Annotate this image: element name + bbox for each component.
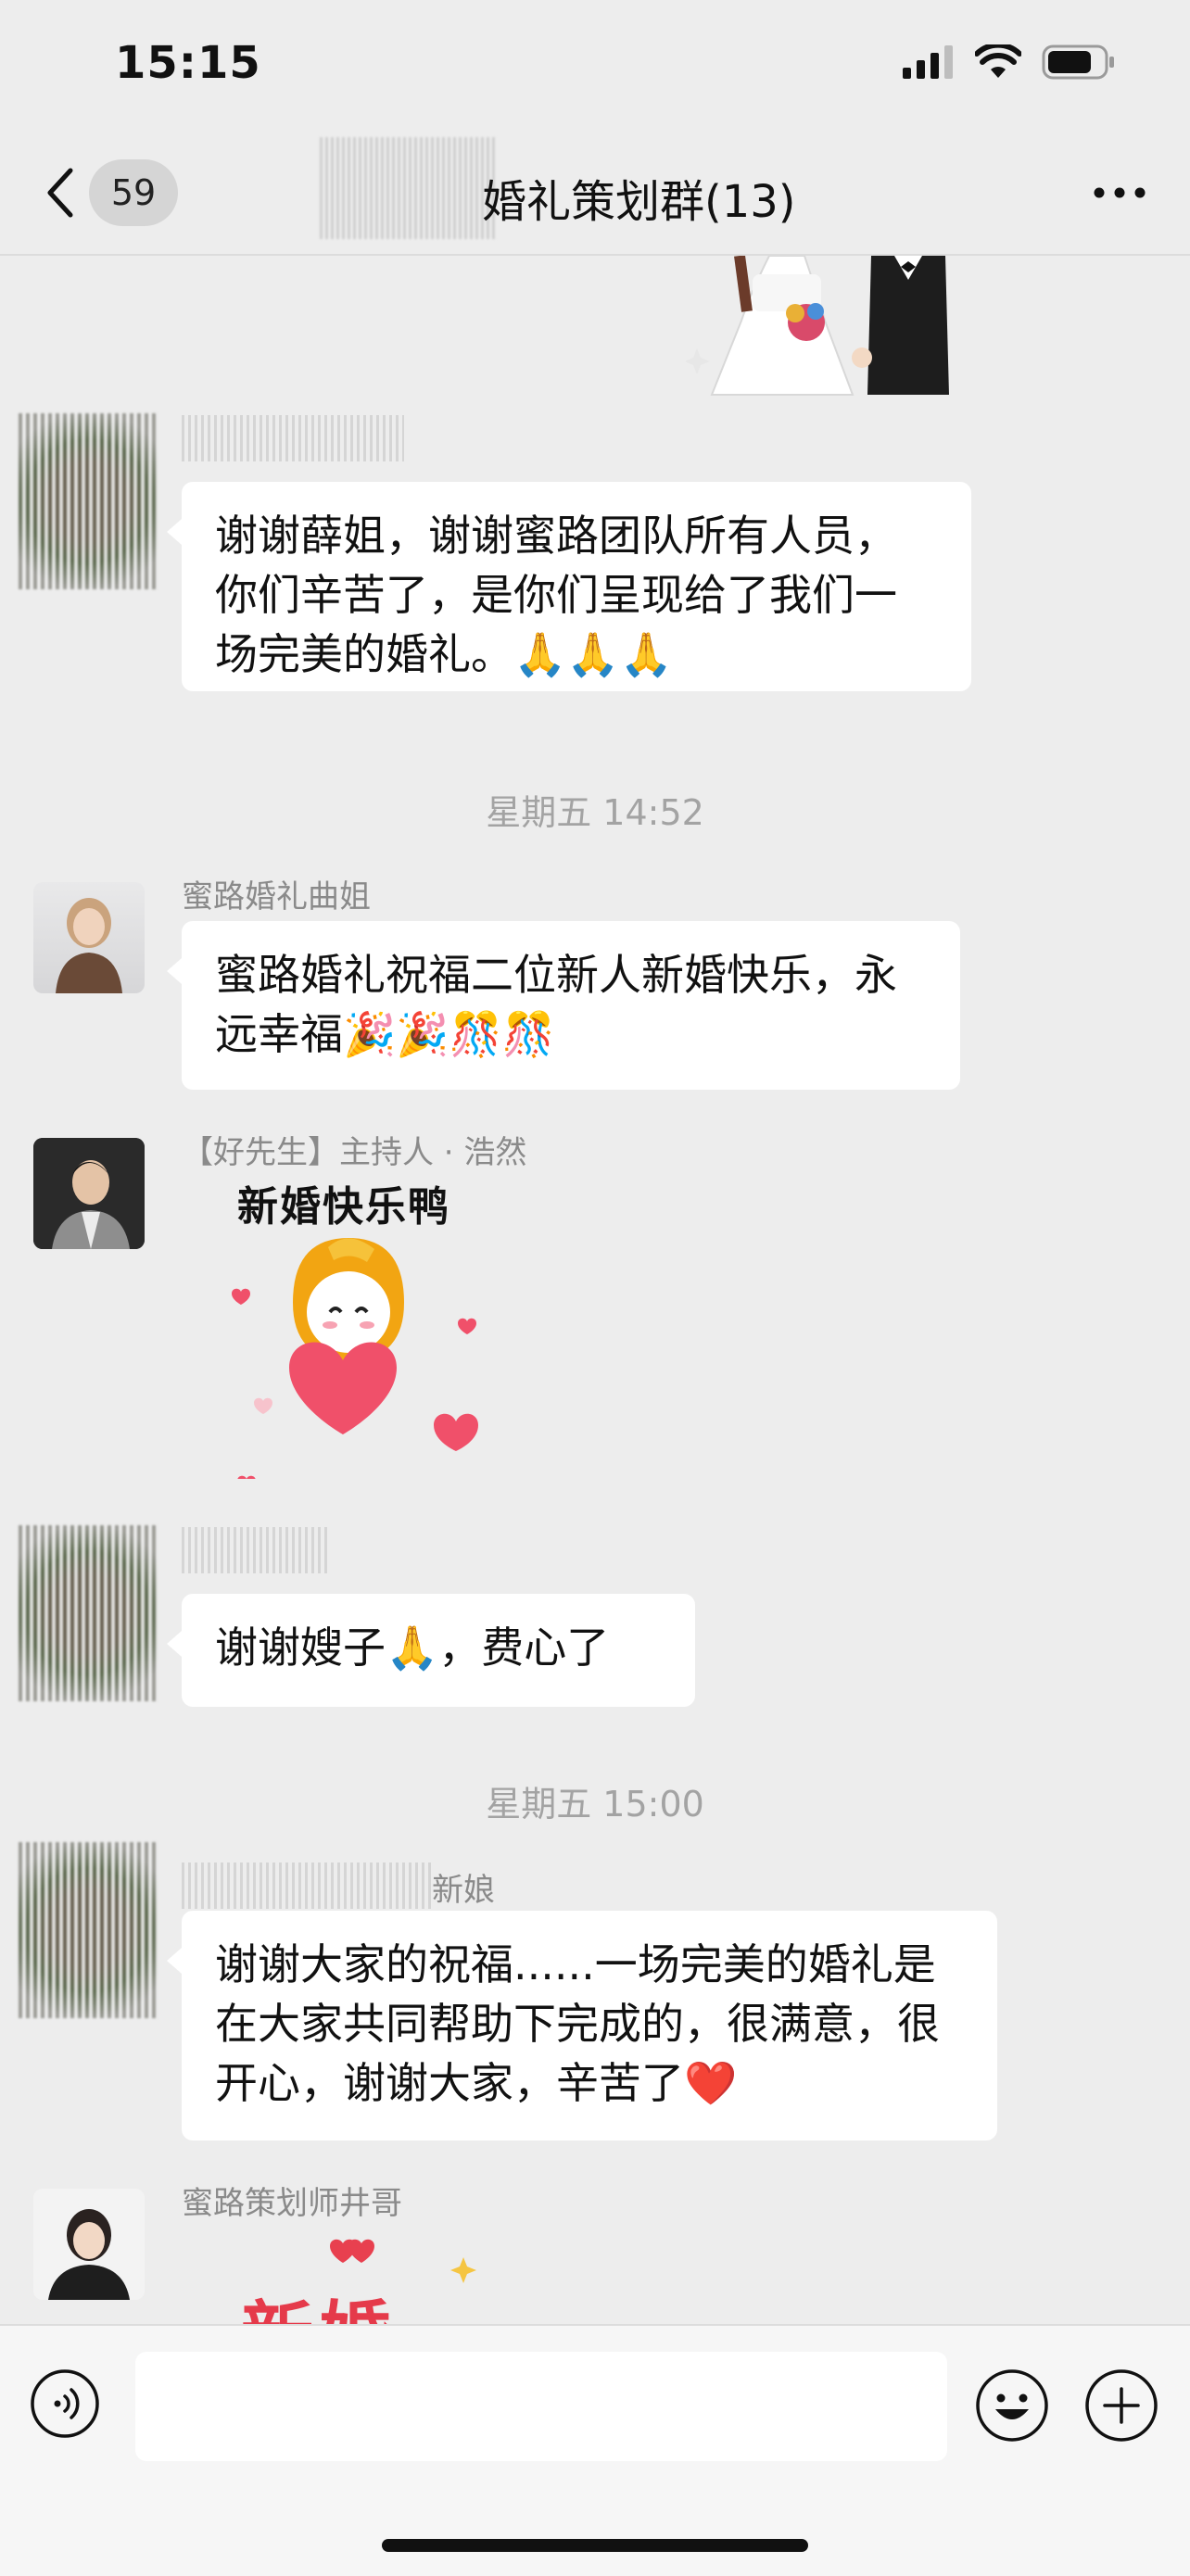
sender-avatar-blurred[interactable] [19,413,158,589]
message-timestamp: 星期五 14:52 [486,792,704,833]
message-input[interactable] [135,2352,947,2461]
cellular-signal-icon [903,45,953,79]
message-text: 谢谢薛姐，谢谢蜜路团队所有人员，你们辛苦了，是你们呈现给了我们一场完美的婚礼。🙏… [215,511,897,679]
status-time: 15:15 [115,37,261,89]
sender-name-blurred [182,1527,330,1573]
status-bar: 15:15 [0,0,1190,130]
voice-input-icon[interactable] [30,2368,100,2439]
sticker-caption: 新婚 [241,2278,397,2324]
message-text: 谢谢大家的祝福......一场完美的婚礼是在大家共同帮助下完成的，很满意，很开心… [215,1939,940,2108]
sender-name: 新娘 [432,1872,495,1909]
sender-name: 蜜路婚礼曲姐 [182,878,371,915]
message-bubble[interactable]: 谢谢嫂子🙏，费心了 [167,1594,695,1707]
chat-title: 婚礼策划群(13) [482,176,796,228]
title-blurred-prefix [320,137,496,239]
message-bubble[interactable]: 蜜路婚礼祝福二位新人新婚快乐，永远幸福🎉🎉🎊🎊 [167,921,960,1090]
sender-avatar[interactable] [33,882,145,993]
duck-heart-sticker[interactable]: 新婚快乐鸭 [219,1173,525,1479]
emoji-icon[interactable] [975,2368,1049,2443]
message-timestamp: 星期五 15:00 [486,1784,704,1825]
sender-name: 【好先生】主持人 · 浩然 [182,1134,527,1171]
more-actions-plus-icon[interactable] [1084,2368,1158,2443]
message-bubble[interactable]: 谢谢大家的祝福......一场完美的婚礼是在大家共同帮助下完成的，很满意，很开心… [167,1911,997,2140]
newlywed-sticker[interactable]: 新婚 [241,2220,482,2324]
back-chevron-icon[interactable] [41,165,78,221]
sender-name: 蜜路策划师井哥 [182,2185,402,2222]
sender-name-blurred [182,1863,432,1909]
battery-icon [1042,44,1114,80]
sender-name-blurred [182,415,404,461]
message-bubble[interactable]: 谢谢薛姐，谢谢蜜路团队所有人员，你们辛苦了，是你们呈现给了我们一场完美的婚礼。🙏… [167,482,971,691]
chat-nav-bar: 59 婚礼策划群(13) [0,130,1190,256]
message-text: 谢谢嫂子🙏，费心了 [215,1623,610,1673]
unread-count-badge[interactable]: 59 [89,159,178,226]
more-options-icon[interactable] [1090,174,1149,211]
wifi-icon [975,44,1021,78]
sender-avatar-blurred[interactable] [19,1525,158,1701]
sender-avatar-blurred[interactable] [19,1842,158,2018]
sender-avatar[interactable] [33,2189,145,2300]
wedding-couple-sticker[interactable] [686,256,992,399]
message-list[interactable]: 谢谢薛姐，谢谢蜜路团队所有人员，你们辛苦了，是你们呈现给了我们一场完美的婚礼。🙏… [0,256,1190,2324]
sender-avatar[interactable] [33,1138,145,1249]
status-icons [903,44,1116,80]
message-text: 蜜路婚礼祝福二位新人新婚快乐，永远幸福🎉🎉🎊🎊 [215,950,897,1059]
home-indicator [382,2539,808,2552]
